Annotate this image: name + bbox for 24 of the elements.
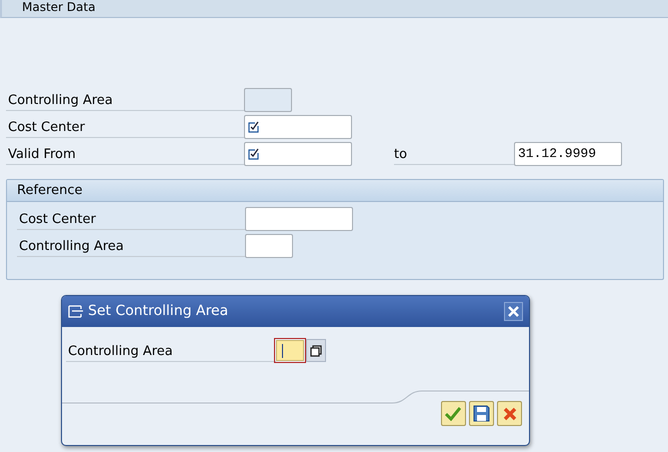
checkmark-icon — [445, 406, 461, 420]
dialog-title: Set Controlling Area — [88, 302, 228, 321]
cross-icon — [502, 406, 516, 420]
required-check-icon — [248, 120, 260, 132]
close-button[interactable] — [504, 302, 523, 321]
field-label: Cost Center — [6, 116, 244, 138]
input-field[interactable] — [245, 206, 353, 230]
input-field[interactable] — [244, 114, 352, 138]
save-button[interactable] — [468, 401, 494, 426]
field-label: Cost Center — [17, 208, 245, 230]
close-icon — [508, 306, 519, 317]
field-label: Valid From — [6, 142, 244, 164]
group-title: Reference — [7, 180, 663, 202]
dialog-icon — [68, 305, 84, 318]
copy-icon — [310, 344, 322, 356]
required-check-icon — [248, 148, 260, 160]
input-field[interactable] — [276, 340, 304, 361]
section-title: Master Data — [22, 0, 96, 14]
input-field[interactable]: 31.12.9999 — [514, 142, 622, 166]
input-field[interactable] — [245, 234, 293, 258]
field-label: Controlling Area — [6, 88, 244, 110]
input-field[interactable] — [244, 142, 352, 166]
field-label: Controlling Area — [17, 234, 245, 256]
value-help-button[interactable] — [306, 339, 326, 362]
